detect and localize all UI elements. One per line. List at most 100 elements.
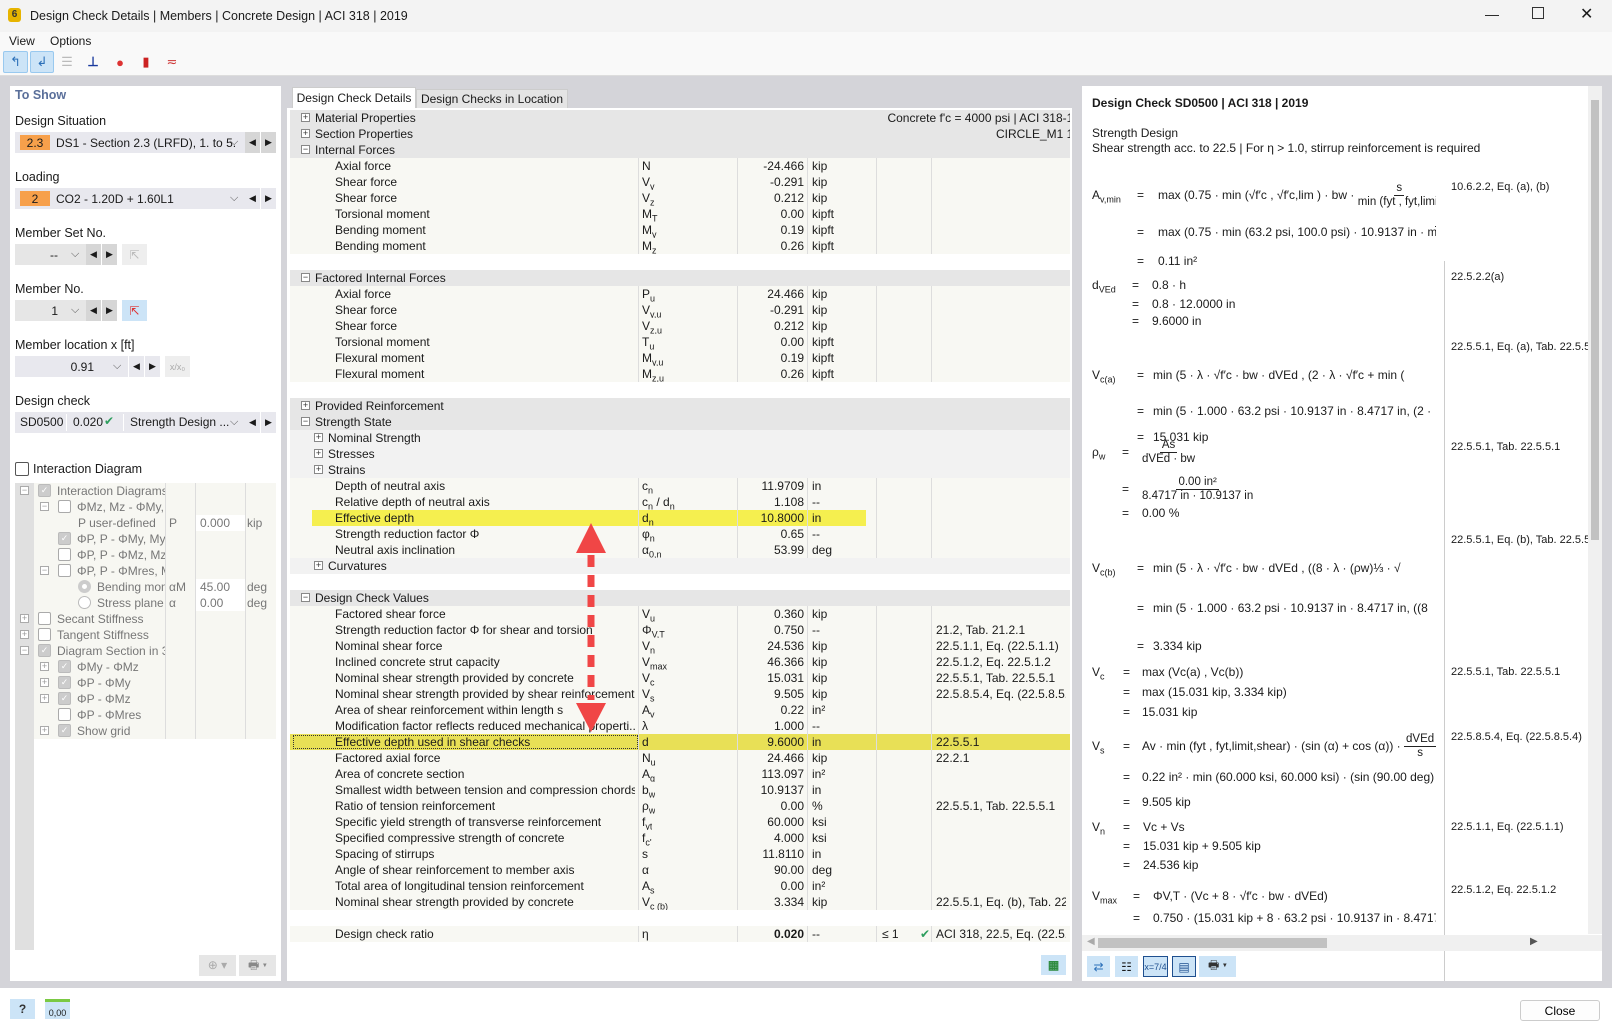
formula-line: min (5 · 1.000 · 63.2 psi · 10.9137 in ·… xyxy=(1153,404,1432,418)
equals-sign: = xyxy=(1137,561,1145,575)
fraction: s min (fyt , fyt,limit xyxy=(1358,182,1436,209)
equals-sign: = xyxy=(1122,506,1130,520)
equals-sign: = xyxy=(1123,739,1131,753)
formula-symbol: Vc(a) xyxy=(1092,368,1116,386)
formula-symbol: dVEd xyxy=(1092,278,1116,296)
scrollbar-thumb[interactable] xyxy=(1098,938,1327,948)
symbol-main: V xyxy=(1092,665,1101,679)
fraction: As dVEd · bw xyxy=(1142,439,1195,466)
equals-sign: = xyxy=(1122,445,1130,459)
fraction-denominator: 8.4717 in · 10.9137 in xyxy=(1142,490,1254,503)
formula-line: 9.6000 in xyxy=(1152,314,1202,328)
formula-prefix: Av · min (fyt , fyt,limit,shear) · (sin … xyxy=(1142,739,1405,753)
formula-reference: 10.6.2.2, Eq. (a), (b) xyxy=(1451,181,1550,193)
formula-symbol: Vn xyxy=(1092,820,1105,838)
formula-line: 9.505 kip xyxy=(1142,795,1191,809)
formula-reference: 22.5.5.1, Eq. (b), Tab. 22.5.5.1 xyxy=(1451,534,1591,546)
symbol-subscript: max xyxy=(1100,895,1118,906)
equals-sign: = xyxy=(1132,314,1140,328)
symbol-main: V xyxy=(1092,368,1101,382)
formula-reference: 22.5.2.2(a) xyxy=(1451,271,1505,283)
equals-sign: = xyxy=(1137,639,1145,653)
formula-reference: 22.5.8.5.4, Eq. (22.5.8.5.4) xyxy=(1451,731,1582,743)
close-button[interactable]: Close xyxy=(1520,1000,1600,1021)
footer xyxy=(0,988,1612,1032)
fraction-numerator: s xyxy=(1394,182,1405,197)
equals-sign: = xyxy=(1123,795,1131,809)
fraction-numerator: As xyxy=(1159,439,1178,454)
arrow-head-up xyxy=(576,523,606,553)
equals-sign: = xyxy=(1133,911,1141,925)
scrollbar-thumb[interactable] xyxy=(1591,100,1599,540)
equals-sign: = xyxy=(1123,665,1131,679)
help-button[interactable]: ? xyxy=(10,999,35,1019)
equals-sign: = xyxy=(1137,368,1145,382)
formula-line: 0.11 in² xyxy=(1158,254,1198,268)
equals-sign: = xyxy=(1132,278,1140,292)
formula-symbol: Vmax xyxy=(1092,889,1117,907)
formula-line: 24.536 kip xyxy=(1143,858,1199,872)
numbered-list-icon[interactable]: ☷ xyxy=(1115,956,1138,977)
formula-reference: 22.5.5.1, Eq. (a), Tab. 22.5.5.1 xyxy=(1451,341,1591,353)
formula-line: max (0.75 · min (√f′c , √f′c,lim ) · bw … xyxy=(1158,181,1436,209)
formula-line: max (Vc(a) , Vc(b)) xyxy=(1142,665,1244,679)
formula-line: 0.8 · 12.0000 in xyxy=(1152,297,1236,311)
formula-reference: 22.5.5.1, Tab. 22.5.5.1 xyxy=(1451,666,1561,678)
report-view-icon[interactable]: ▤ xyxy=(1172,956,1196,977)
equals-sign: = xyxy=(1123,685,1131,699)
equals-sign: = xyxy=(1123,705,1131,719)
symbol-subscript: w xyxy=(1098,451,1106,462)
equals-sign: = xyxy=(1137,254,1145,268)
formula-prefix: max (0.75 · min (63.2 psi, 100.0 psi) · … xyxy=(1158,225,1428,239)
formula-line: 15.031 kip xyxy=(1142,705,1198,719)
formula-line: 15.031 kip + 9.505 kip xyxy=(1143,839,1261,853)
details-title: Design Check SD0500 | ACI 318 | 2019 xyxy=(1092,96,1309,110)
equals-sign: = xyxy=(1137,404,1145,418)
formula-line: As dVEd · bw xyxy=(1142,438,1436,466)
scroll-right-icon[interactable]: ▶ xyxy=(1530,936,1538,947)
formula-line: 0.8 · h xyxy=(1152,278,1187,292)
fraction-denominator: min xyxy=(1427,226,1436,239)
formula-line: 3.334 kip xyxy=(1153,639,1202,653)
equals-sign: = xyxy=(1137,601,1145,615)
details-description: Shear strength acc. to 22.5 | For η > 1.… xyxy=(1092,141,1481,155)
symbol-subscript: v,min xyxy=(1100,194,1121,205)
symbol-main: A xyxy=(1092,188,1101,202)
equals-sign: = xyxy=(1133,889,1141,903)
fraction-numerator: 0.00 in² xyxy=(1176,476,1219,491)
fraction-denominator: s xyxy=(1417,747,1423,760)
decimal-places-button[interactable]: 0,00 xyxy=(45,999,70,1019)
equals-sign: = xyxy=(1123,858,1131,872)
symbol-main: V xyxy=(1092,820,1101,834)
formula-line: 0.750 · (15.031 kip + 8 · 63.2 psi · 10.… xyxy=(1153,911,1436,925)
symbol-main: V xyxy=(1092,739,1101,753)
formula-line: 0.00 % xyxy=(1142,506,1180,520)
symbol-subscript: c(b) xyxy=(1100,567,1116,578)
equals-sign: = xyxy=(1123,820,1131,834)
fraction: dVEd s xyxy=(1404,733,1436,760)
details-subtitle: Strength Design xyxy=(1092,126,1179,140)
symbol-subscript: c xyxy=(1100,671,1105,682)
symbol-subscript: c(a) xyxy=(1100,374,1116,385)
sync-view-icon[interactable]: ⇄ xyxy=(1087,956,1110,977)
formula-line: min (5 · λ · √f′c · bw · dVEd , (2 · λ ·… xyxy=(1153,368,1405,382)
formula-symbol: Vc(b) xyxy=(1092,561,1116,579)
reference-divider xyxy=(1444,261,1445,981)
scroll-left-icon[interactable]: ◀ xyxy=(1087,936,1095,947)
formula-reference: 22.5.1.2, Eq. 22.5.1.2 xyxy=(1451,884,1557,896)
fraction-denominator: min (fyt , fyt,limit xyxy=(1357,196,1436,209)
vertical-scrollbar[interactable] xyxy=(1588,86,1602,934)
formula-symbol: Vc xyxy=(1092,665,1105,683)
horizontal-scrollbar[interactable]: ◀ ▶ xyxy=(1082,935,1602,951)
fraction-denominator: dVEd · bw xyxy=(1142,453,1196,466)
symbol-subscript: s xyxy=(1100,745,1105,756)
formula-symbol: Vs xyxy=(1092,739,1105,757)
formula-line: Vc + Vs xyxy=(1143,820,1185,834)
formula-icon[interactable]: x=7/4 xyxy=(1143,956,1168,977)
formula-prefix: max (0.75 · min (√f′c , √f′c,lim ) · bw … xyxy=(1158,188,1358,202)
details-panel: Design Check SD0500 | ACI 318 | 2019 Str… xyxy=(1082,86,1602,981)
arrow-head-down xyxy=(576,703,606,732)
print-icon[interactable]: 🖶 ▾ xyxy=(1199,956,1236,977)
formula-reference: 22.5.5.1, Tab. 22.5.5.1 xyxy=(1451,441,1561,453)
equals-sign: = xyxy=(1123,839,1131,853)
